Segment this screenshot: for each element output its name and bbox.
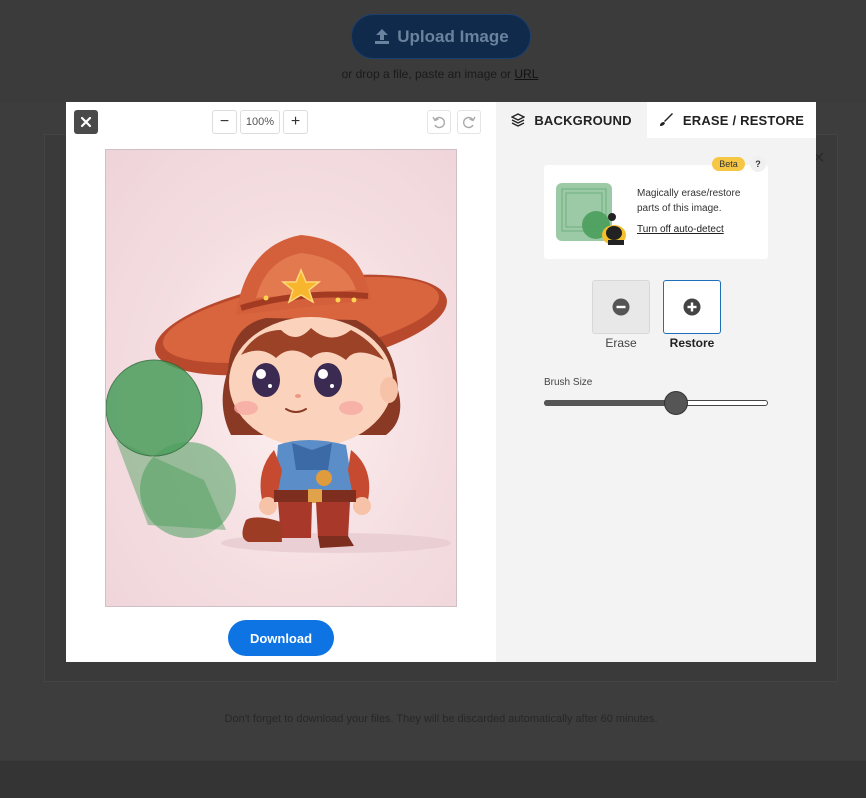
image-canvas[interactable] (105, 149, 457, 607)
zoom-out-button[interactable]: − (212, 110, 237, 134)
drop-hint-text: or drop a file, paste an image or (341, 67, 515, 81)
restore-label: Restore (669, 336, 715, 350)
undo-button[interactable] (427, 110, 451, 134)
auto-detect-description: Magically erase/restore parts of this im… (637, 188, 741, 214)
help-icon[interactable]: ? (750, 156, 766, 172)
erase-label: Erase (605, 336, 637, 350)
tab-background-label: BACKGROUND (534, 112, 632, 128)
footer-note: Don't forget to download your files. The… (224, 713, 658, 725)
upload-image-button[interactable]: Upload Image (351, 14, 531, 59)
redo-button[interactable] (457, 110, 481, 134)
zoom-controls: − 100% + (212, 110, 308, 134)
tab-erase-restore[interactable]: ERASE / RESTORE (647, 102, 816, 138)
minus-circle-icon (612, 298, 630, 316)
undo-icon (432, 116, 445, 129)
erase-mode-button[interactable] (592, 280, 650, 334)
tab-background[interactable]: BACKGROUND (496, 102, 647, 138)
zoom-level: 100% (240, 110, 280, 134)
beta-badge: Beta (712, 157, 745, 171)
auto-detect-thumbnail (550, 173, 630, 249)
close-modal-button[interactable] (74, 110, 98, 134)
panel-tabs: BACKGROUND ERASE / RESTORE (496, 102, 816, 138)
url-link[interactable]: URL (514, 67, 538, 81)
redo-icon (463, 116, 476, 129)
upload-label: Upload Image (397, 26, 509, 46)
close-icon (80, 116, 92, 128)
tab-erase-restore-label: ERASE / RESTORE (682, 112, 805, 128)
brush-stroke-overlay (106, 359, 236, 538)
plus-circle-icon (683, 298, 701, 316)
drop-hint: or drop a file, paste an image or URL (0, 67, 866, 81)
brush-size-label: Brush Size (544, 377, 593, 388)
layers-icon (511, 113, 526, 127)
brush-size-thumb[interactable] (664, 391, 689, 415)
turn-off-auto-detect-link[interactable]: Turn off auto-detect (637, 224, 724, 235)
brush-icon (659, 113, 673, 126)
page-footer-bar (0, 760, 866, 798)
cowboy-image (106, 235, 451, 553)
upload-icon (373, 28, 391, 45)
brush-size-fill (544, 400, 677, 406)
restore-mode-button[interactable] (663, 280, 721, 334)
download-button[interactable]: Download (228, 620, 334, 656)
zoom-in-button[interactable]: + (283, 110, 308, 134)
history-controls (427, 110, 481, 134)
